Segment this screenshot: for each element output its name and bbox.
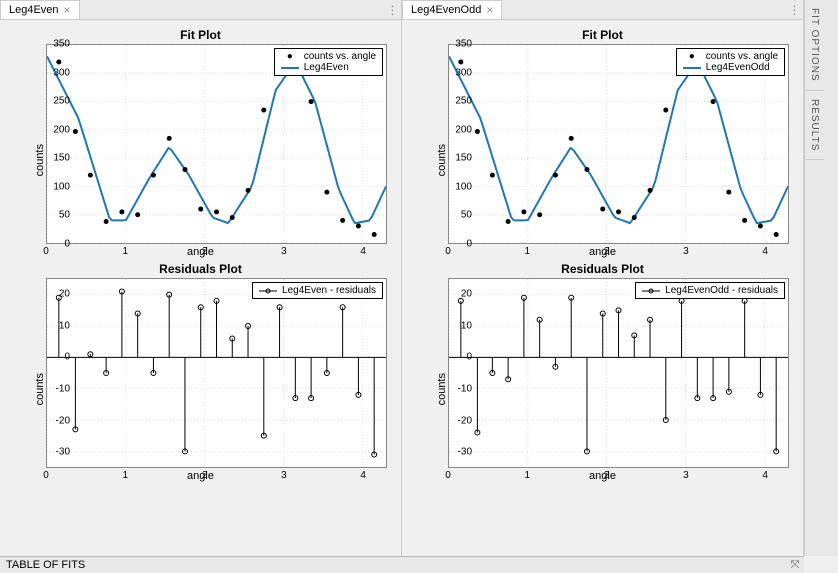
- xticks: 01234: [46, 246, 387, 258]
- fit-plot-box-right[interactable]: ● counts vs. angle Leg4EvenOdd: [448, 44, 789, 244]
- legend-label: Leg4EvenOdd - residuals: [665, 285, 778, 296]
- xticks: 01234: [448, 246, 789, 258]
- legend-item: Leg4Even: [281, 62, 376, 73]
- legend-label: Leg4Even: [304, 62, 349, 73]
- resid-plot-legend-left[interactable]: Leg4Even - residuals: [252, 282, 383, 299]
- yticks: 050100150200250300350: [40, 44, 70, 244]
- panel-right: Leg4EvenOdd × ⋮ Fit Plot counts ● counts…: [402, 0, 804, 556]
- resid-plot-legend-right[interactable]: Leg4EvenOdd - residuals: [635, 282, 785, 299]
- tab-bar-right: Leg4EvenOdd × ⋮: [402, 0, 803, 20]
- fit-plot-legend-right[interactable]: ● counts vs. angle Leg4EvenOdd: [676, 48, 785, 76]
- fit-plot-axes-left: counts ● counts vs. angle Leg4Even: [46, 44, 387, 244]
- xticks: 01234: [448, 470, 789, 482]
- line-icon: [683, 67, 701, 69]
- stem-icon: [642, 286, 660, 296]
- legend-label: Leg4Even - residuals: [282, 285, 376, 296]
- line-icon: [281, 67, 299, 69]
- resid-plot-title-right: Residuals Plot: [410, 262, 795, 276]
- main-split: Leg4Even × ⋮ Fit Plot counts ● counts vs…: [0, 0, 804, 556]
- legend-label: counts vs. angle: [706, 51, 778, 62]
- xticks: 01234: [46, 470, 387, 482]
- fit-plot-legend-left[interactable]: ● counts vs. angle Leg4Even: [274, 48, 383, 76]
- tab-menu-icon[interactable]: ⋮: [785, 0, 803, 19]
- dot-icon: ●: [281, 51, 299, 62]
- panel-body-left: Fit Plot counts ● counts vs. angle Leg4E…: [0, 20, 401, 556]
- legend-item: ● counts vs. angle: [683, 51, 778, 62]
- legend-label: Leg4EvenOdd: [706, 62, 770, 73]
- dot-icon: ●: [683, 51, 701, 62]
- legend-item: ● counts vs. angle: [281, 51, 376, 62]
- panel-left: Leg4Even × ⋮ Fit Plot counts ● counts vs…: [0, 0, 402, 556]
- legend-label: counts vs. angle: [304, 51, 376, 62]
- tab-menu-icon[interactable]: ⋮: [383, 0, 401, 19]
- resid-plot-svg-left: [47, 279, 386, 467]
- resid-plot-box-left[interactable]: Leg4Even - residuals: [46, 278, 387, 468]
- yticks: -30-20-1001020: [442, 278, 472, 468]
- side-tabs: FIT OPTIONS RESULTS: [804, 0, 838, 556]
- legend-item: Leg4Even - residuals: [259, 285, 376, 296]
- side-tab-results[interactable]: RESULTS: [805, 91, 824, 160]
- side-tab-fit-options[interactable]: FIT OPTIONS: [805, 0, 824, 91]
- fit-plot-axes-right: counts ● counts vs. angle Leg4EvenOdd: [448, 44, 789, 244]
- stem-icon: [259, 286, 277, 296]
- table-of-fits-label[interactable]: TABLE OF FITS: [6, 559, 85, 571]
- close-icon[interactable]: ×: [486, 4, 493, 16]
- tab-label: Leg4Even: [9, 4, 59, 16]
- resid-plot-svg-right: [449, 279, 788, 467]
- tab-bar-left: Leg4Even × ⋮: [0, 0, 401, 20]
- expand-icon[interactable]: ⤧: [788, 559, 802, 572]
- legend-item: Leg4EvenOdd: [683, 62, 778, 73]
- resid-plot-box-right[interactable]: Leg4EvenOdd - residuals: [448, 278, 789, 468]
- yticks: -30-20-1001020: [40, 278, 70, 468]
- tab-leg4evenodd[interactable]: Leg4EvenOdd ×: [402, 0, 502, 19]
- close-icon[interactable]: ×: [64, 4, 71, 16]
- fit-plot-box-left[interactable]: ● counts vs. angle Leg4Even: [46, 44, 387, 244]
- resid-plot-title-left: Residuals Plot: [8, 262, 393, 276]
- legend-item: Leg4EvenOdd - residuals: [642, 285, 778, 296]
- resid-plot-axes-right: counts Leg4EvenOdd - residuals -30-20-10…: [448, 278, 789, 468]
- yticks: 050100150200250300350: [442, 44, 472, 244]
- panel-body-right: Fit Plot counts ● counts vs. angle Leg4E…: [402, 20, 803, 556]
- tab-label: Leg4EvenOdd: [411, 4, 481, 16]
- resid-plot-axes-left: counts Leg4Even - residuals -30-20-10010…: [46, 278, 387, 468]
- tab-leg4even[interactable]: Leg4Even ×: [0, 0, 80, 19]
- bottom-bar: TABLE OF FITS ⤧: [0, 556, 804, 573]
